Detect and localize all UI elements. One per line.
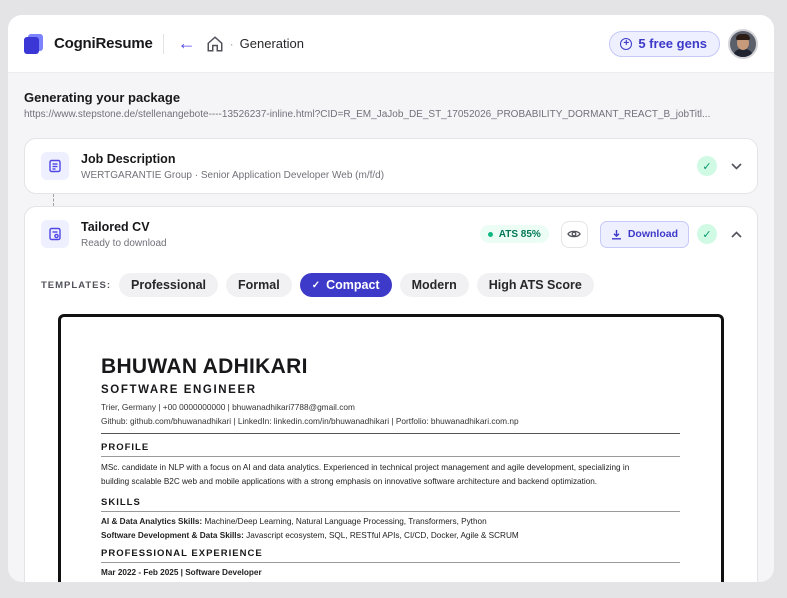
template-professional-label: Professional (131, 278, 207, 292)
preview-eye-button[interactable] (560, 220, 588, 248)
template-compact-label: Compact (326, 278, 380, 292)
cv-experience-line: Mar 2022 - Feb 2025 | Software Developer (101, 568, 262, 577)
cv-section-rule (101, 562, 680, 563)
cv-role: SOFTWARE ENGINEER (101, 384, 257, 396)
tailored-cv-subtitle: Ready to download (81, 237, 167, 249)
template-selector: TEMPLATES: Professional Formal ✓ Compact … (25, 273, 757, 297)
cv-preview[interactable]: BHUWAN ADHIKARI SOFTWARE ENGINEER Trier,… (58, 314, 724, 582)
cv-divider (101, 433, 680, 434)
templates-label: TEMPLATES: (41, 279, 111, 291)
template-modern-label: Modern (411, 278, 457, 292)
template-high-ats[interactable]: High ATS Score (476, 273, 594, 297)
check-icon: ✓ (697, 156, 717, 176)
cv-experience-heading: PROFESSIONAL EXPERIENCE (101, 548, 263, 559)
free-gens-label: 5 free gens (638, 36, 707, 51)
ats-score-badge: ATS 85% (479, 225, 549, 243)
job-description-subtitle: WERTGARANTIE Group · Senior Application … (81, 169, 385, 181)
breadcrumb-separator: · (229, 36, 234, 51)
back-arrow-icon[interactable]: ← (178, 33, 196, 54)
top-bar: CogniResume ← · Generation + 5 free gens (8, 15, 774, 73)
cv-profile-line: building scalable B2C web and mobile app… (101, 477, 598, 486)
cv-section-rule (101, 511, 680, 512)
document-icon (41, 152, 69, 180)
cv-skill-line: Software Development & Data Skills: Java… (101, 531, 681, 540)
avatar[interactable] (728, 28, 758, 59)
download-icon (611, 229, 621, 239)
template-professional[interactable]: Professional (119, 273, 219, 297)
cv-links-line: Github: github.com/bhuwanadhikari | Link… (101, 416, 519, 426)
free-gens-badge[interactable]: + 5 free gens (609, 30, 720, 57)
job-description-title: Job Description (81, 151, 176, 166)
template-high-ats-label: High ATS Score (488, 278, 582, 292)
connector-line (53, 194, 54, 206)
logo-icon[interactable] (24, 33, 44, 54)
cv-skill-value: Machine/Deep Learning, Natural Language … (202, 517, 487, 526)
cv-profile-line: MSc. candidate in NLP with a focus on AI… (101, 463, 630, 472)
cv-contact-line: Trier, Germany | +00 0000000000 | bhuwan… (101, 402, 355, 412)
tailored-cv-header[interactable]: Tailored CV Ready to download ATS 85% Do… (25, 207, 757, 261)
ats-score-label: ATS 85% (498, 228, 541, 240)
template-modern[interactable]: Modern (399, 273, 469, 297)
cv-skill-value: Javascript ecosystem, SQL, RESTful APIs,… (243, 531, 519, 540)
cv-profile-text: MSc. candidate in NLP with a focus on AI… (101, 461, 680, 489)
brand-name[interactable]: CogniResume (54, 35, 153, 52)
chevron-up-icon[interactable] (729, 230, 743, 238)
cv-skill-line: AI & Data Analytics Skills: Machine/Deep… (101, 517, 681, 526)
tailored-cv-title: Tailored CV (81, 219, 150, 234)
cv-profile-heading: PROFILE (101, 442, 150, 453)
app-window: CogniResume ← · Generation + 5 free gens… (8, 15, 774, 582)
page-title: Generating your package (24, 90, 181, 105)
divider (162, 33, 164, 54)
cv-skill-label: Software Development & Data Skills: (101, 531, 244, 540)
template-compact[interactable]: ✓ Compact (299, 273, 392, 297)
job-description-card[interactable]: Job Description WERTGARANTIE Group · Sen… (24, 138, 758, 194)
cv-document-icon (41, 220, 69, 248)
eye-icon (567, 230, 582, 238)
download-button[interactable]: Download (599, 220, 689, 248)
template-formal-label: Formal (238, 278, 280, 292)
home-icon[interactable] (206, 35, 224, 53)
cv-section-rule (101, 456, 680, 457)
status-dot-icon (487, 231, 493, 237)
cv-name: BHUWAN ADHIKARI (101, 355, 308, 378)
template-formal[interactable]: Formal (226, 273, 292, 297)
chevron-down-icon[interactable] (729, 162, 743, 170)
breadcrumb-current: Generation (239, 36, 304, 51)
download-label: Download (627, 228, 678, 240)
cv-check-icon: ✓ (697, 224, 717, 244)
cv-skills-heading: SKILLS (101, 497, 141, 508)
plus-circle-icon: + (620, 37, 633, 50)
job-url: https://www.stepstone.de/stellenangebote… (24, 109, 711, 120)
checkmark-icon: ✓ (311, 279, 321, 291)
cv-skill-label: AI & Data Analytics Skills: (101, 517, 203, 526)
